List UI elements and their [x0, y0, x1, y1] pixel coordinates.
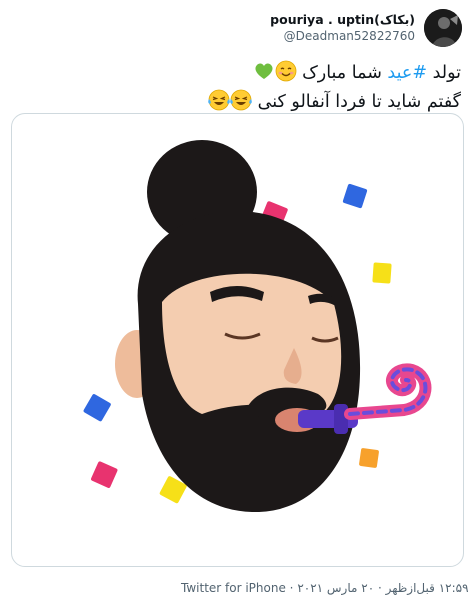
tweet-text-part: تولد [427, 63, 461, 83]
tweet-text: تولد #عید شما مبارک گفتم شاید تا فردا آن… [21, 60, 461, 118]
memoji-face-icon [115, 140, 361, 513]
avatar-silhouette-icon [424, 9, 462, 47]
tweet-media[interactable] [11, 113, 464, 567]
meta-separator: · [374, 581, 386, 595]
tweet-header: pouriya . uptin(بکاک) @Deadman52822760 [0, 0, 473, 54]
user-info: pouriya . uptin(بکاک) @Deadman52822760 [270, 11, 415, 45]
display-name[interactable]: pouriya . uptin(بکاک) [270, 11, 415, 28]
hashtag-link[interactable]: #عید [387, 63, 427, 83]
green-heart-icon [253, 60, 275, 89]
smiling-face-icon [275, 60, 297, 89]
tweet-text-part: گفتم شاید تا فردا آنفالو کنی [252, 92, 461, 112]
avatar[interactable] [424, 9, 462, 47]
meta-separator: · [285, 581, 298, 595]
tweet-source[interactable]: Twitter for iPhone [181, 581, 286, 595]
memoji-party-blower-icon [83, 140, 432, 513]
tweet-meta: ۱۲:۵۹ قبل‌ازظهر · ۲۰ مارس ۲۰۲۱ · Twitter… [181, 581, 469, 595]
user-handle[interactable]: @Deadman52822760 [270, 28, 415, 45]
tweet-line-1: تولد #عید شما مبارک [21, 60, 461, 89]
tweet-text-part: شما مبارک [296, 63, 388, 83]
tweet-date[interactable]: ۲۰ مارس ۲۰۲۱ [297, 581, 374, 595]
tweet-time[interactable]: ۱۲:۵۹ قبل‌ازظهر [386, 581, 469, 595]
